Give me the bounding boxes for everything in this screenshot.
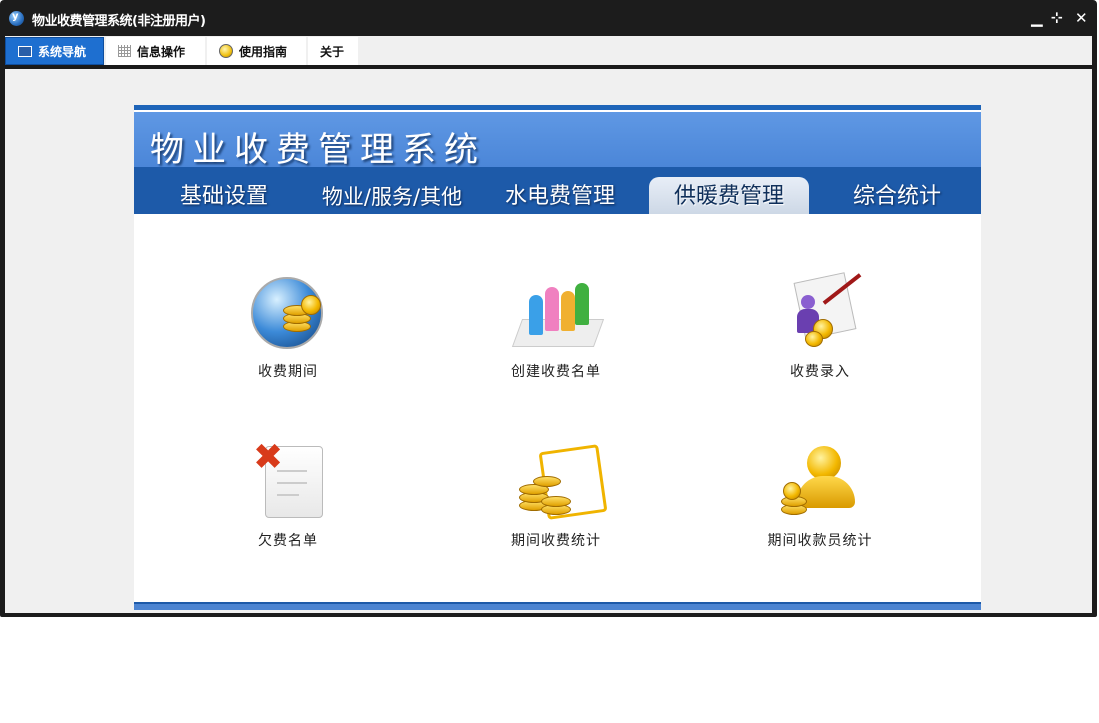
menu-item-label: 使用指南 (239, 44, 288, 59)
menu-item-user-guide[interactable]: 使用指南 (207, 37, 306, 65)
coins-chart-icon (511, 442, 608, 522)
menu-item-about[interactable]: 关于 (308, 37, 358, 65)
document-delete-icon: ✖ (243, 438, 333, 522)
menu-item-label: 信息操作 (137, 44, 186, 59)
lightbulb-icon (219, 44, 233, 58)
menu-item-system-nav[interactable]: 系统导航 (5, 37, 104, 65)
app-logo-icon: y (9, 11, 24, 26)
minimize-icon[interactable]: ▁ (1031, 8, 1043, 28)
tab-property-services[interactable]: 物业/服务/其他 (312, 177, 472, 214)
tab-basic-settings[interactable]: 基础设置 (144, 177, 304, 214)
feature-arrears-list[interactable]: ✖ 欠费名单 (188, 438, 388, 550)
grid-icon (118, 45, 131, 57)
window-title: 物业收费管理系统(非注册用户) (32, 14, 206, 29)
people-group-icon (511, 273, 605, 353)
tab-heating[interactable]: 供暖费管理 (649, 177, 809, 214)
feature-label: 期间收款员统计 (767, 533, 873, 549)
feature-label: 创建收费名单 (511, 364, 601, 380)
person-coins-icon (775, 272, 865, 353)
feature-label: 期间收费统计 (511, 533, 601, 549)
banner: 物业收费管理系统 (134, 112, 981, 170)
close-icon[interactable]: ✕ (1075, 8, 1088, 28)
feature-label: 收费录入 (790, 364, 850, 380)
banner-title: 物业收费管理系统 (150, 130, 486, 170)
tab-utilities[interactable]: 水电费管理 (480, 177, 640, 214)
globe-coins-icon (243, 273, 333, 353)
menu-bar: 系统导航 信息操作 使用指南 关于 (5, 36, 1092, 69)
menu-item-label: 系统导航 (38, 44, 87, 59)
menu-item-info-ops[interactable]: 信息操作 (106, 37, 205, 65)
gold-person-icon (775, 442, 865, 522)
feature-billing-period[interactable]: 收费期间 (188, 273, 388, 381)
feature-period-fee-stats[interactable]: 期间收费统计 (456, 442, 656, 550)
feature-create-billing-list[interactable]: 创建收费名单 (456, 273, 656, 381)
app-window: y 物业收费管理系统(非注册用户) ▁ ⊹ ✕ 系统导航 信息操作 使用指南 关… (0, 0, 1097, 617)
client-area: 系统导航 信息操作 使用指南 关于 物业收费管理系统 基础设置 物业/服务/其他… (5, 36, 1092, 613)
feature-period-cashier-stats[interactable]: 期间收款员统计 (720, 442, 920, 550)
feature-label: 欠费名单 (258, 533, 318, 549)
top-stripe (134, 105, 981, 110)
menu-divider (5, 65, 1092, 69)
menu-item-label: 关于 (320, 44, 345, 59)
feature-label: 收费期间 (258, 364, 318, 380)
tab-statistics[interactable]: 综合统计 (817, 177, 977, 214)
bottom-stripe (134, 602, 981, 610)
feature-fee-entry[interactable]: 收费录入 (720, 272, 920, 381)
module-tab-bar: 基础设置 物业/服务/其他 水电费管理 供暖费管理 综合统计 (134, 167, 981, 214)
restore-icon[interactable]: ⊹ (1051, 8, 1063, 28)
title-bar[interactable]: y 物业收费管理系统(非注册用户) ▁ ⊹ ✕ (0, 0, 1097, 36)
navigation-panel: 物业收费管理系统 基础设置 物业/服务/其他 水电费管理 供暖费管理 综合统计 … (134, 105, 981, 610)
screen-icon (18, 45, 32, 57)
